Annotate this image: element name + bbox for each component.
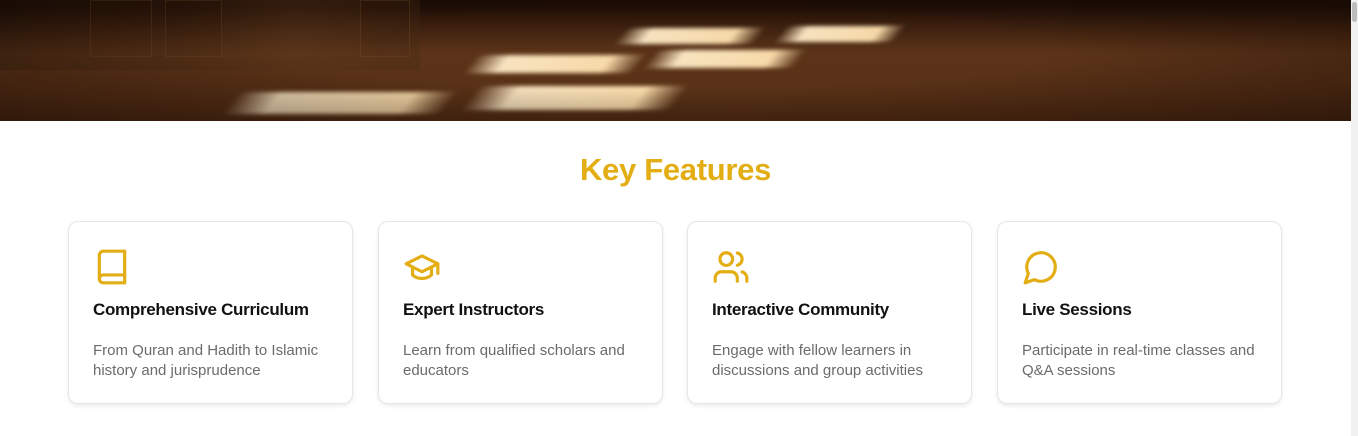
feature-description: Participate in real-time classes and Q&A… <box>1022 342 1255 379</box>
section-title: Key Features <box>579 152 772 187</box>
feature-description: From Quran and Hadith to Islamic history… <box>93 342 319 379</box>
feature-card-instructors: Expert Instructors Learn from qualified … <box>378 221 663 404</box>
scrollbar-thumb[interactable] <box>1352 2 1357 22</box>
users-icon <box>712 248 750 286</box>
feature-card-curriculum: Comprehensive Curriculum From Quran and … <box>68 221 353 404</box>
book-icon <box>93 248 131 286</box>
feature-description: Engage with fellow learners in discussio… <box>712 342 923 379</box>
hero-image <box>0 0 1351 121</box>
feature-title: Interactive Community <box>712 300 889 319</box>
feature-title: Live Sessions <box>1022 300 1132 319</box>
feature-description: Learn from qualified scholars and educat… <box>403 342 625 379</box>
feature-card-community: Interactive Community Engage with fellow… <box>687 221 972 404</box>
feature-title: Expert Instructors <box>403 300 545 319</box>
message-circle-icon <box>1022 248 1060 286</box>
hero-vignette <box>0 0 1351 121</box>
graduation-cap-icon <box>403 248 441 286</box>
page-scrollbar[interactable] <box>1351 0 1358 436</box>
feature-title: Comprehensive Curriculum <box>93 300 309 319</box>
feature-card-live-sessions: Live Sessions Participate in real-time c… <box>997 221 1282 404</box>
